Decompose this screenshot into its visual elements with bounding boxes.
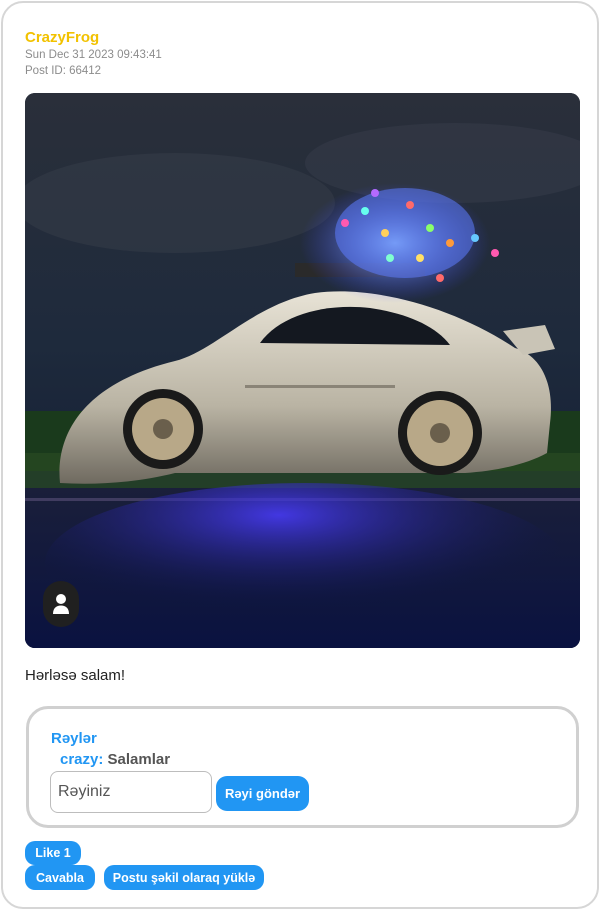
user-icon <box>53 594 69 614</box>
like-button[interactable]: Like 1 <box>25 841 81 865</box>
reply-button[interactable]: Cavabla <box>25 865 95 890</box>
download-post-image-button[interactable]: Postu şəkil olaraq yüklə <box>104 865 264 890</box>
comment-input[interactable] <box>50 771 212 813</box>
comment-text: Salamlar <box>107 751 171 768</box>
post-caption: Hərləsə salam! <box>25 667 126 684</box>
comment-item: crazy: Salamlar <box>60 751 170 768</box>
post-date: Sun Dec 31 2023 09:43:41 <box>25 49 162 61</box>
send-comment-button[interactable]: Rəyi göndər <box>216 776 309 811</box>
post-card: CrazyFrog Sun Dec 31 2023 09:43:41 Post … <box>1 1 599 909</box>
comments-title: Rəylər <box>51 730 97 747</box>
post-id: Post ID: 66412 <box>25 65 102 77</box>
image-user-button[interactable] <box>43 581 79 627</box>
comment-author[interactable]: crazy: <box>60 751 103 768</box>
comments-section: Rəylər crazy: Salamlar Rəyi göndər <box>26 706 579 828</box>
post-username[interactable]: CrazyFrog <box>25 29 99 46</box>
post-image <box>25 93 580 648</box>
